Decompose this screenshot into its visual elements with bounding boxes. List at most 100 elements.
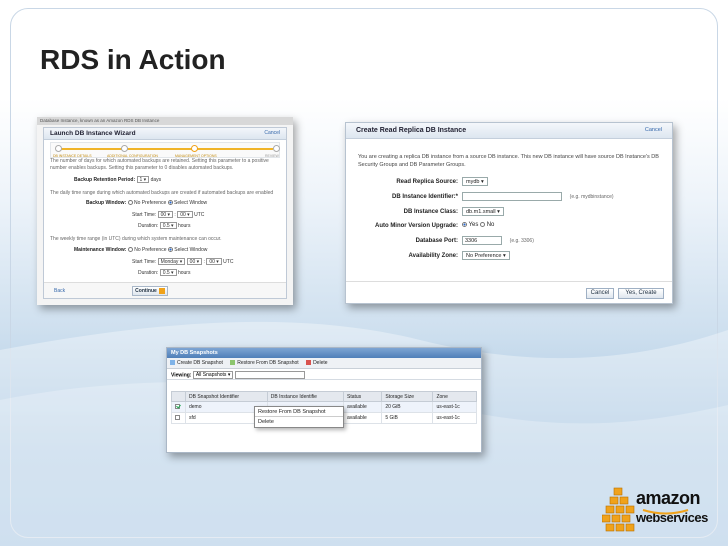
maint-duration-label: Duration: (138, 269, 159, 276)
replica-description: You are creating a replica DB instance f… (358, 154, 659, 168)
identifier-input[interactable] (462, 192, 562, 201)
backup-help: The daily time range during which automa… (50, 190, 274, 196)
backup-duration-label: Duration: (138, 222, 159, 229)
create-read-replica-window: Create Read Replica DB Instance Cancel Y… (345, 122, 673, 304)
backup-start-row: Start Time: 00 ▾ : 00 ▾ UTC (132, 211, 205, 218)
launch-db-wizard-window: Database Instance, known as an Amazon RD… (37, 117, 293, 305)
col-status[interactable]: Status (342, 391, 383, 402)
maint-duration-select[interactable]: 0.5 ▾ (159, 269, 177, 276)
snapshots-title: My DB Snapshots (167, 348, 481, 358)
wizard-breadcrumb: Database Instance, known as an Amazon RD… (37, 117, 293, 125)
status-cell: available (342, 401, 383, 413)
maintenance-start-row: Start Time: Monday ▾ 00 ▾ : 00 ▾ UTC (132, 258, 234, 265)
backup-hours-label: hours (177, 222, 191, 229)
wizard-footer: Back Continue (44, 282, 286, 298)
slide-title: RDS in Action (40, 44, 226, 75)
maintenance-duration-row: Duration: 0.5 ▾ hours (138, 269, 190, 276)
port-input[interactable]: 3306 (462, 236, 502, 245)
retention-unit: days (150, 176, 162, 183)
size-cell: 20 GiB (381, 401, 434, 413)
aws-smile-icon (642, 509, 689, 515)
backup-window-row: Backup Window: No Preference Select Wind… (86, 200, 207, 206)
auto-minor-label: Auto Minor Version Upgrade: (374, 223, 458, 229)
snapshot-filter-input[interactable] (234, 371, 305, 379)
replica-cancel-button[interactable]: Cancel (586, 288, 614, 299)
col-zone[interactable]: Zone (432, 391, 477, 402)
maintenance-help: The weekly time range (in UTC) during wh… (50, 236, 222, 242)
camera-icon (170, 360, 175, 366)
zone-cell: us-east-1c (432, 401, 477, 413)
restore-snapshot-button[interactable]: Restore From DB Snapshot (230, 360, 299, 366)
col-storage-size[interactable]: Storage Size (381, 391, 434, 402)
wizard-panel: Launch DB Instance Wizard Cancel DB INST… (43, 127, 287, 299)
maint-utc-label: UTC (223, 258, 234, 265)
backup-duration-select[interactable]: 0.5 ▾ (159, 222, 177, 229)
replica-cancel-link[interactable]: Cancel (645, 127, 662, 133)
row-checkbox-cell[interactable] (171, 412, 186, 424)
row-checkbox[interactable] (175, 403, 180, 409)
replica-create-button[interactable]: Yes, Create (618, 288, 664, 299)
wizard-cancel-link[interactable]: Cancel (264, 130, 280, 136)
az-select[interactable]: No Preference ▾ (462, 251, 510, 260)
replica-header: Create Read Replica DB Instance Cancel (346, 123, 672, 139)
col-snapshot-id[interactable]: DB Snapshot Identifier (185, 391, 268, 402)
create-snapshot-button[interactable]: Create DB Snapshot (170, 360, 223, 366)
port-field: 3306 (e.g. 3306) (462, 236, 534, 245)
replica-footer: Cancel Yes, Create (346, 281, 672, 303)
maint-hours-label: hours (177, 269, 191, 276)
wizard-back-link[interactable]: Back (54, 288, 65, 294)
class-label: DB Instance Class: (403, 209, 458, 215)
auto-minor-no-radio[interactable] (480, 222, 486, 227)
retention-label: Backup Retention Period: (74, 176, 136, 183)
viewing-select[interactable]: All Snapshots ▾ (192, 371, 234, 379)
backup-window-label: Backup Window: (86, 200, 127, 206)
class-select[interactable]: db.m1.small ▾ (462, 207, 504, 216)
retention-help: The number of days for which automated b… (50, 158, 269, 171)
aws-logo: amazon webservices (602, 484, 712, 536)
backup-start-minute[interactable]: 00 ▾ (177, 211, 193, 218)
maintenance-window-row: Maintenance Window: No Preference Select… (74, 247, 207, 253)
col-instance-id[interactable]: DB Instance Identifie (266, 391, 344, 402)
class-field: db.m1.small ▾ (462, 207, 504, 216)
context-restore-item[interactable]: Restore From DB Snapshot (255, 407, 343, 417)
auto-minor-yes-radio[interactable] (462, 222, 467, 227)
row-checkbox-cell[interactable] (171, 401, 186, 413)
row-checkbox[interactable] (175, 414, 180, 420)
delete-snapshot-button[interactable]: Delete (306, 360, 328, 366)
maint-select-window-radio[interactable] (167, 247, 173, 253)
source-select[interactable]: mydb ▾ (462, 177, 488, 186)
backup-start-hour[interactable]: 00 ▾ (157, 211, 174, 218)
aws-logo-amazon: amazon (636, 488, 701, 508)
aws-cubes-icon (602, 487, 635, 532)
snapshots-header-row: DB Snapshot Identifier DB Instance Ident… (171, 391, 477, 402)
identifier-label: DB Instance Identifier:* (391, 194, 458, 200)
maint-no-pref-label: No Preference (134, 247, 167, 253)
auto-minor-no-label: No (486, 222, 495, 229)
port-label: Database Port: (415, 238, 458, 244)
continue-label: Continue (135, 288, 157, 294)
wizard-step-indicator: DB INSTANCE DETAILS ADDITIONAL CONFIGURA… (50, 142, 280, 158)
snapshots-toolbar: Create DB Snapshot Restore From DB Snaps… (167, 358, 481, 369)
maint-no-pref-radio[interactable] (127, 247, 133, 253)
status-cell: available (342, 412, 383, 424)
delete-icon (306, 360, 312, 366)
retention-select[interactable]: 1 ▾ (136, 176, 150, 183)
col-select (171, 391, 186, 402)
backup-utc-label: UTC (194, 211, 205, 218)
auto-minor-yes-label: Yes (468, 222, 479, 229)
step-dot-2 (121, 145, 128, 152)
az-field: No Preference ▾ (462, 251, 510, 260)
maint-hour-select[interactable]: 00 ▾ (186, 258, 203, 265)
maint-day-select[interactable]: Monday ▾ (157, 258, 186, 265)
step-dot-4 (273, 145, 280, 152)
size-cell: 5 GiB (381, 412, 434, 424)
snapshot-context-menu: Restore From DB Snapshot Delete (254, 406, 344, 428)
context-delete-item[interactable]: Delete (255, 417, 343, 427)
maint-minute-select[interactable]: 00 ▾ (206, 258, 222, 265)
maint-start-label: Start Time: (132, 258, 157, 265)
backup-no-pref-radio[interactable] (127, 200, 133, 206)
backup-duration-row: Duration: 0.5 ▾ hours (138, 222, 190, 229)
viewing-label: Viewing: (171, 372, 192, 379)
backup-select-window-radio[interactable] (167, 200, 173, 206)
wizard-continue-button[interactable]: Continue (132, 286, 168, 296)
